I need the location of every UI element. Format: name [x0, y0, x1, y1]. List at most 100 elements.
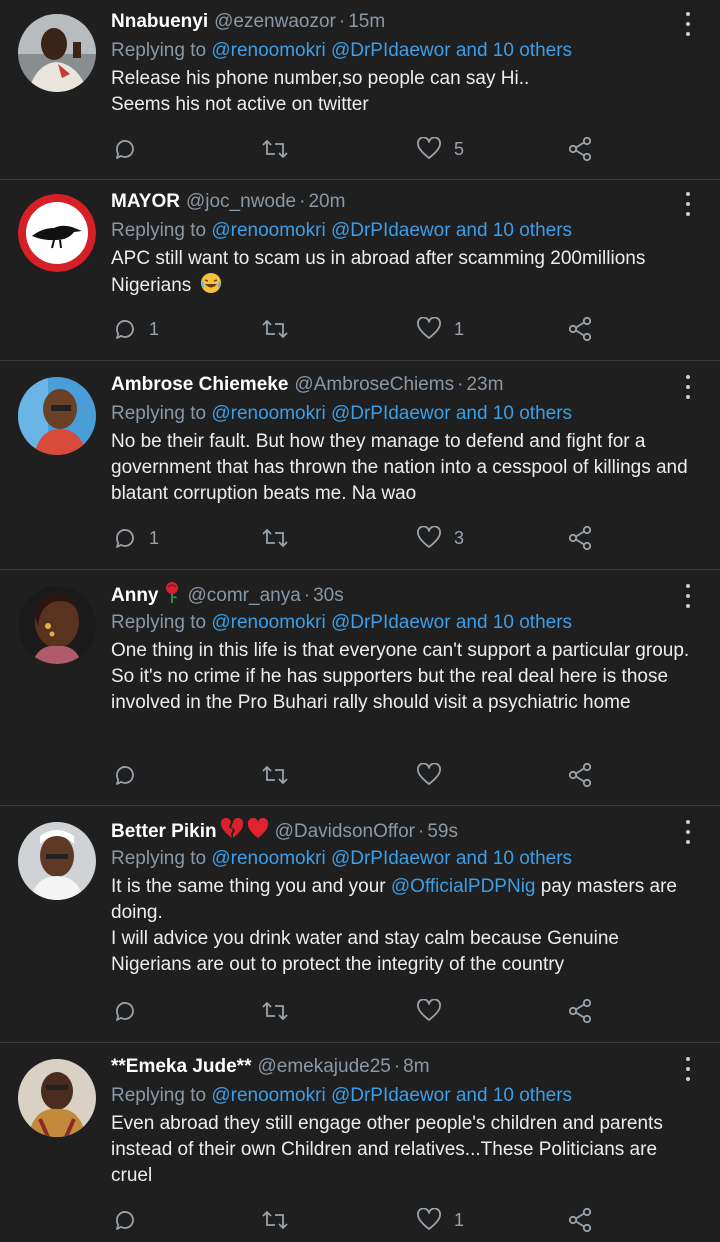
- timestamp[interactable]: 59s: [427, 821, 458, 842]
- like-count: 5: [454, 138, 465, 159]
- replying-to-label: Replying to: [111, 848, 207, 869]
- display-name[interactable]: MAYOR: [111, 191, 180, 212]
- replying-to: Replying to @renoomokri @DrPIdaewor and …: [111, 218, 702, 244]
- retweet-button[interactable]: [261, 134, 301, 164]
- user-handle[interactable]: @ezenwaozor: [214, 11, 336, 32]
- like-button[interactable]: [416, 996, 454, 1026]
- display-name[interactable]: Anny: [111, 585, 159, 606]
- like-button[interactable]: 1: [416, 1205, 464, 1235]
- tweet-card[interactable]: **Emeka Jude** @emekajude25 · 8m Replying t…: [0, 1043, 720, 1242]
- user-handle[interactable]: @DavidsonOffor: [275, 821, 415, 842]
- retweet-icon: [262, 319, 288, 339]
- retweet-button[interactable]: [261, 1205, 301, 1235]
- avatar[interactable]: [18, 194, 96, 272]
- like-button[interactable]: 1: [416, 314, 464, 344]
- like-button[interactable]: [416, 760, 454, 790]
- more-options-icon[interactable]: [678, 1057, 698, 1081]
- reply-button[interactable]: 1: [113, 523, 159, 553]
- user-handle[interactable]: @joc_nwode: [186, 191, 296, 212]
- tweet-card[interactable]: Nnabuenyi @ezenwaozor · 15m Replying to @re…: [0, 0, 720, 180]
- display-name[interactable]: Ambrose Chiemeke: [111, 374, 288, 395]
- reply-mentions[interactable]: @renoomokri @DrPIdaewor and 10 others: [211, 848, 572, 869]
- reply-mentions[interactable]: @renoomokri @DrPIdaewor and 10 others: [211, 403, 572, 424]
- reply-button[interactable]: [113, 760, 149, 790]
- mention-link[interactable]: @OfficialPDPNig: [391, 876, 536, 897]
- display-name[interactable]: Nnabuenyi: [111, 11, 208, 32]
- reply-button[interactable]: [113, 996, 149, 1026]
- replying-to: Replying to @renoomokri @DrPIdaewor and …: [111, 846, 702, 872]
- reply-button[interactable]: [113, 134, 149, 164]
- tweet-card[interactable]: Better Pikin @DavidsonOffor · 59s Replying …: [0, 806, 720, 1043]
- share-icon: [568, 762, 592, 788]
- like-button[interactable]: 5: [416, 134, 464, 164]
- tweet-header: Better Pikin @DavidsonOffor · 59s: [111, 818, 702, 842]
- reply-icon: [116, 1211, 134, 1230]
- retweet-button[interactable]: [261, 996, 301, 1026]
- tweet-actions: [111, 996, 611, 1026]
- more-options-icon[interactable]: [678, 12, 698, 36]
- more-options-icon[interactable]: [678, 820, 698, 844]
- share-button[interactable]: [567, 760, 593, 790]
- tweet-header: **Emeka Jude** @emekajude25 · 8m: [111, 1055, 702, 1079]
- reply-mentions[interactable]: @renoomokri @DrPIdaewor and 10 others: [211, 40, 572, 61]
- avatar[interactable]: [18, 14, 96, 92]
- replying-to-label: Replying to: [111, 612, 207, 633]
- share-button[interactable]: [567, 1205, 593, 1235]
- more-options-icon[interactable]: [678, 192, 698, 216]
- heart-icon: [417, 1208, 441, 1230]
- more-options-icon[interactable]: [678, 584, 698, 608]
- tweet-card[interactable]: MAYOR @joc_nwode · 20m Replying to @renoomo…: [0, 180, 720, 361]
- share-button[interactable]: [567, 523, 593, 553]
- tweet-card[interactable]: Ambrose Chiemeke @AmbroseChiems · 23m Reply…: [0, 361, 720, 570]
- avatar[interactable]: [18, 822, 96, 900]
- share-icon: [568, 316, 592, 342]
- share-button[interactable]: [567, 996, 593, 1026]
- reply-mentions[interactable]: @renoomokri @DrPIdaewor and 10 others: [211, 1085, 572, 1106]
- user-handle[interactable]: @emekajude25: [257, 1056, 390, 1077]
- separator-dot: ·: [457, 374, 464, 395]
- replying-to: Replying to @renoomokri @DrPIdaewor and …: [111, 38, 702, 64]
- timestamp[interactable]: 20m: [308, 191, 345, 212]
- user-handle[interactable]: @AmbroseChiems: [294, 374, 454, 395]
- separator-dot: ·: [417, 821, 425, 842]
- tweet-text: It is the same thing you and your @Offic…: [111, 874, 702, 978]
- more-options-icon[interactable]: [678, 375, 698, 399]
- retweet-button[interactable]: [261, 760, 301, 790]
- tweet-actions: 5: [111, 134, 611, 164]
- timestamp[interactable]: 30s: [313, 585, 344, 606]
- reply-mentions[interactable]: @renoomokri @DrPIdaewor and 10 others: [211, 612, 572, 633]
- share-icon: [568, 1207, 592, 1233]
- tweet-card[interactable]: Anny @comr_anya · 30s Replying to @renoomok…: [0, 570, 720, 806]
- like-count: 3: [454, 527, 465, 548]
- tweet-actions: 1 3: [111, 523, 611, 553]
- retweet-icon: [262, 139, 288, 159]
- timestamp[interactable]: 15m: [348, 11, 385, 32]
- avatar[interactable]: [18, 1059, 96, 1137]
- share-button[interactable]: [567, 314, 593, 344]
- tweet-text: One thing in this life is that everyone …: [111, 640, 690, 713]
- reply-button[interactable]: 1: [113, 314, 159, 344]
- tweet-header: MAYOR @joc_nwode · 20m: [111, 190, 702, 214]
- reply-button[interactable]: [113, 1205, 149, 1235]
- display-name[interactable]: **Emeka Jude**: [111, 1056, 251, 1077]
- retweet-button[interactable]: [261, 523, 301, 553]
- user-handle[interactable]: @comr_anya: [188, 585, 301, 606]
- reply-mentions[interactable]: @renoomokri @DrPIdaewor and 10 others: [211, 220, 572, 241]
- timestamp[interactable]: 8m: [403, 1056, 429, 1077]
- laughing-emoji-icon: [200, 273, 221, 293]
- tweet-text-content: APC still want to scam us in abroad afte…: [111, 248, 646, 296]
- avatar[interactable]: [18, 377, 96, 455]
- heart-icon: [417, 999, 441, 1021]
- rose-emoji-icon: [165, 582, 178, 603]
- reply-icon: [116, 1002, 134, 1021]
- retweet-button[interactable]: [261, 314, 301, 344]
- display-name[interactable]: Better Pikin: [111, 821, 217, 842]
- replying-to: Replying to @renoomokri @DrPIdaewor and …: [111, 1083, 702, 1109]
- heart-icon: [417, 317, 441, 339]
- avatar[interactable]: [18, 586, 96, 664]
- share-button[interactable]: [567, 134, 593, 164]
- reply-count: 1: [149, 527, 160, 548]
- like-button[interactable]: 3: [416, 523, 464, 553]
- heart-icon: [417, 763, 441, 785]
- timestamp[interactable]: 23m: [466, 374, 503, 395]
